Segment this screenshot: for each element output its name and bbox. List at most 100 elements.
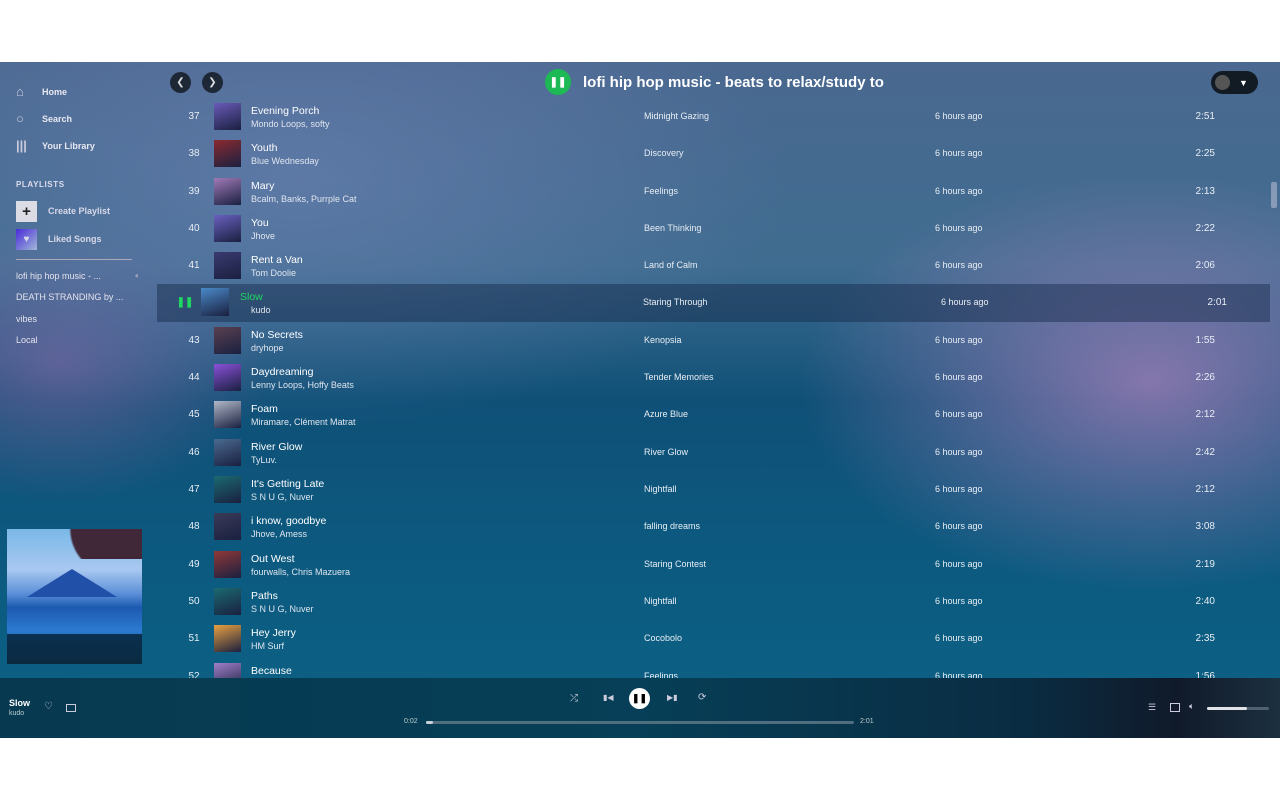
track-album[interactable]: Discovery	[644, 148, 684, 158]
track-album[interactable]: Kenopsia	[644, 335, 682, 345]
track-title[interactable]: River Glow	[251, 441, 302, 453]
user-menu-button[interactable]: ▼	[1211, 71, 1258, 94]
heart-icon[interactable]: ♡	[44, 701, 53, 712]
track-artist[interactable]: Jhove	[251, 231, 275, 241]
queue-icon[interactable]: ☰	[1148, 702, 1156, 713]
track-row[interactable]: 40 You Jhove Been Thinking 6 hours ago 2:22	[157, 210, 1270, 247]
picture-in-picture-icon[interactable]	[66, 704, 76, 712]
track-row[interactable]: 47 It's Getting Late S N U G, Nuver Nightfa…	[157, 471, 1270, 508]
track-title[interactable]: You	[251, 217, 269, 229]
playlist-item[interactable]: Local	[0, 330, 140, 352]
volume-slider[interactable]	[1207, 707, 1269, 710]
track-title[interactable]: No Secrets	[251, 329, 303, 341]
track-artist[interactable]: HM Surf	[251, 641, 284, 651]
devices-icon[interactable]	[1170, 703, 1180, 712]
track-row[interactable]: 49 Out West fourwalls, Chris Mazuera Starin…	[157, 546, 1270, 583]
sidebar-item-your-library[interactable]: ||| Your Library	[0, 132, 157, 159]
track-title[interactable]: It's Getting Late	[251, 478, 324, 490]
track-album[interactable]: Azure Blue	[644, 409, 688, 419]
track-row[interactable]: 38 Youth Blue Wednesday Discovery 6 hours ag…	[157, 135, 1270, 172]
track-title[interactable]: Foam	[251, 403, 278, 415]
playlist-item[interactable]: DEATH STRANDING by ...	[0, 287, 140, 309]
play-pause-button[interactable]: ❚❚	[629, 688, 650, 709]
track-album[interactable]: Feelings	[644, 671, 678, 679]
track-title[interactable]: Hey Jerry	[251, 627, 296, 639]
sidebar-item-search[interactable]: ○ Search	[0, 105, 157, 132]
volume-icon[interactable]: 🔈︎	[1189, 701, 1194, 712]
date-added: 6 hours ago	[935, 111, 983, 121]
repeat-icon[interactable]: ⟳	[698, 692, 706, 703]
track-row[interactable]: 48 i know, goodbye Jhove, Amess falling dre…	[157, 508, 1270, 545]
track-artist[interactable]: kudo	[251, 305, 271, 315]
track-title[interactable]: Slow	[240, 291, 263, 303]
track-row[interactable]: 44 Daydreaming Lenny Loops, Hoffy Beats Ten…	[157, 359, 1270, 396]
track-row[interactable]: 51 Hey Jerry HM Surf Cocobolo 6 hours ago 2:3…	[157, 620, 1270, 657]
playlist-item[interactable]: lofi hip hop music - ... 🔈︎	[0, 265, 140, 287]
home-icon: ⌂	[16, 84, 24, 99]
back-button[interactable]: ❮	[170, 72, 191, 93]
track-row[interactable]: 43 No Secrets dryhope Kenopsia 6 hours ago 1:…	[157, 322, 1270, 359]
track-album[interactable]: falling dreams	[644, 521, 700, 531]
track-album[interactable]: Midnight Gazing	[644, 111, 709, 121]
date-added: 6 hours ago	[935, 409, 983, 420]
track-artist[interactable]: Lenny Loops, Hoffy Beats	[251, 380, 354, 390]
track-title[interactable]: Daydreaming	[251, 366, 313, 378]
now-playing-title[interactable]: Slow	[9, 698, 30, 708]
pause-button[interactable]: ❚❚	[545, 69, 571, 95]
track-title[interactable]: Because	[251, 665, 292, 677]
track-artist[interactable]: S N U G, Nuver	[251, 492, 314, 502]
track-row[interactable]: 39 Mary Bcalm, Banks, Purrple Cat Feelings 6…	[157, 173, 1270, 210]
progress-bar[interactable]	[426, 721, 854, 724]
track-row[interactable]: 45 Foam Miramare, Clément Matrat Azure Blue…	[157, 396, 1270, 433]
track-album[interactable]: Land of Calm	[644, 260, 698, 270]
track-title[interactable]: Out West	[251, 553, 295, 565]
track-album[interactable]: Tender Memories	[644, 372, 714, 382]
sidebar-item-home[interactable]: ⌂ Home	[0, 78, 157, 105]
track-title[interactable]: Rent a Van	[251, 254, 303, 266]
track-album[interactable]: Been Thinking	[644, 223, 701, 233]
track-album[interactable]: Nightfall	[644, 596, 677, 606]
track-artist[interactable]: fourwalls, Chris Mazuera	[251, 567, 350, 577]
track-artist[interactable]: Tom Doolie	[251, 268, 296, 278]
track-artist[interactable]: S N U G, Nuver	[251, 604, 314, 614]
track-artist[interactable]: Bcalm, Banks, Purrple Cat	[251, 194, 357, 204]
track-number: 45	[188, 409, 200, 421]
track-artist[interactable]: dryhope	[251, 343, 284, 353]
track-artist[interactable]: Blue Wednesday	[251, 156, 319, 166]
playlist-item[interactable]: vibes	[0, 308, 140, 330]
track-album[interactable]: Nightfall	[644, 484, 677, 494]
track-title[interactable]: i know, goodbye	[251, 515, 326, 527]
track-row[interactable]: ❚❚ Slow kudo Staring Through 6 hours ago 2:01	[157, 283, 1270, 322]
track-title[interactable]: Mary	[251, 180, 274, 192]
track-album[interactable]: Cocobolo	[644, 633, 682, 643]
create-playlist-button[interactable]: + Create Playlist	[0, 197, 157, 225]
scrollbar[interactable]	[1271, 182, 1277, 208]
track-artist[interactable]: Mondo Loops, softy	[251, 119, 330, 129]
track-row[interactable]: 37 Evening Porch Mondo Loops, softy Midnigh…	[157, 98, 1270, 135]
next-icon[interactable]: ▶▮	[667, 693, 678, 702]
track-duration: 2:19	[1195, 558, 1215, 570]
track-album[interactable]: Staring Through	[643, 297, 707, 307]
now-playing-artist[interactable]: kudo	[9, 710, 24, 717]
track-title[interactable]: Paths	[251, 590, 278, 602]
playlists-heading: PLAYLISTS	[16, 180, 65, 189]
user-icon	[1215, 75, 1230, 90]
track-row[interactable]: 41 Rent a Van Tom Doolie Land of Calm 6 hour…	[157, 247, 1270, 284]
track-artist[interactable]: Miramare, Clément Matrat	[251, 417, 356, 427]
now-playing-cover-art[interactable]	[7, 529, 142, 664]
track-album[interactable]: River Glow	[644, 447, 688, 457]
track-title[interactable]: Youth	[251, 142, 277, 154]
forward-button[interactable]: ❯	[202, 72, 223, 93]
track-row[interactable]: 46 River Glow TyLuv. River Glow 6 hours ago 2…	[157, 434, 1270, 471]
liked-songs-button[interactable]: ♥ Liked Songs	[0, 225, 157, 253]
track-album[interactable]: Staring Contest	[644, 559, 706, 569]
shuffle-icon[interactable]: ⤮	[570, 693, 578, 704]
track-artist[interactable]: TyLuv.	[251, 455, 277, 465]
sidebar-item-label: Home	[42, 86, 68, 97]
track-artist[interactable]: Jhove, Amess	[251, 529, 307, 539]
track-album[interactable]: Feelings	[644, 186, 678, 196]
track-title[interactable]: Evening Porch	[251, 105, 319, 117]
track-row[interactable]: 52 Because Feelings 6 hours ago 1:56	[157, 658, 1270, 679]
track-row[interactable]: 50 Paths S N U G, Nuver Nightfall 6 hours ag…	[157, 583, 1270, 620]
previous-icon[interactable]: ▮◀	[603, 693, 614, 702]
